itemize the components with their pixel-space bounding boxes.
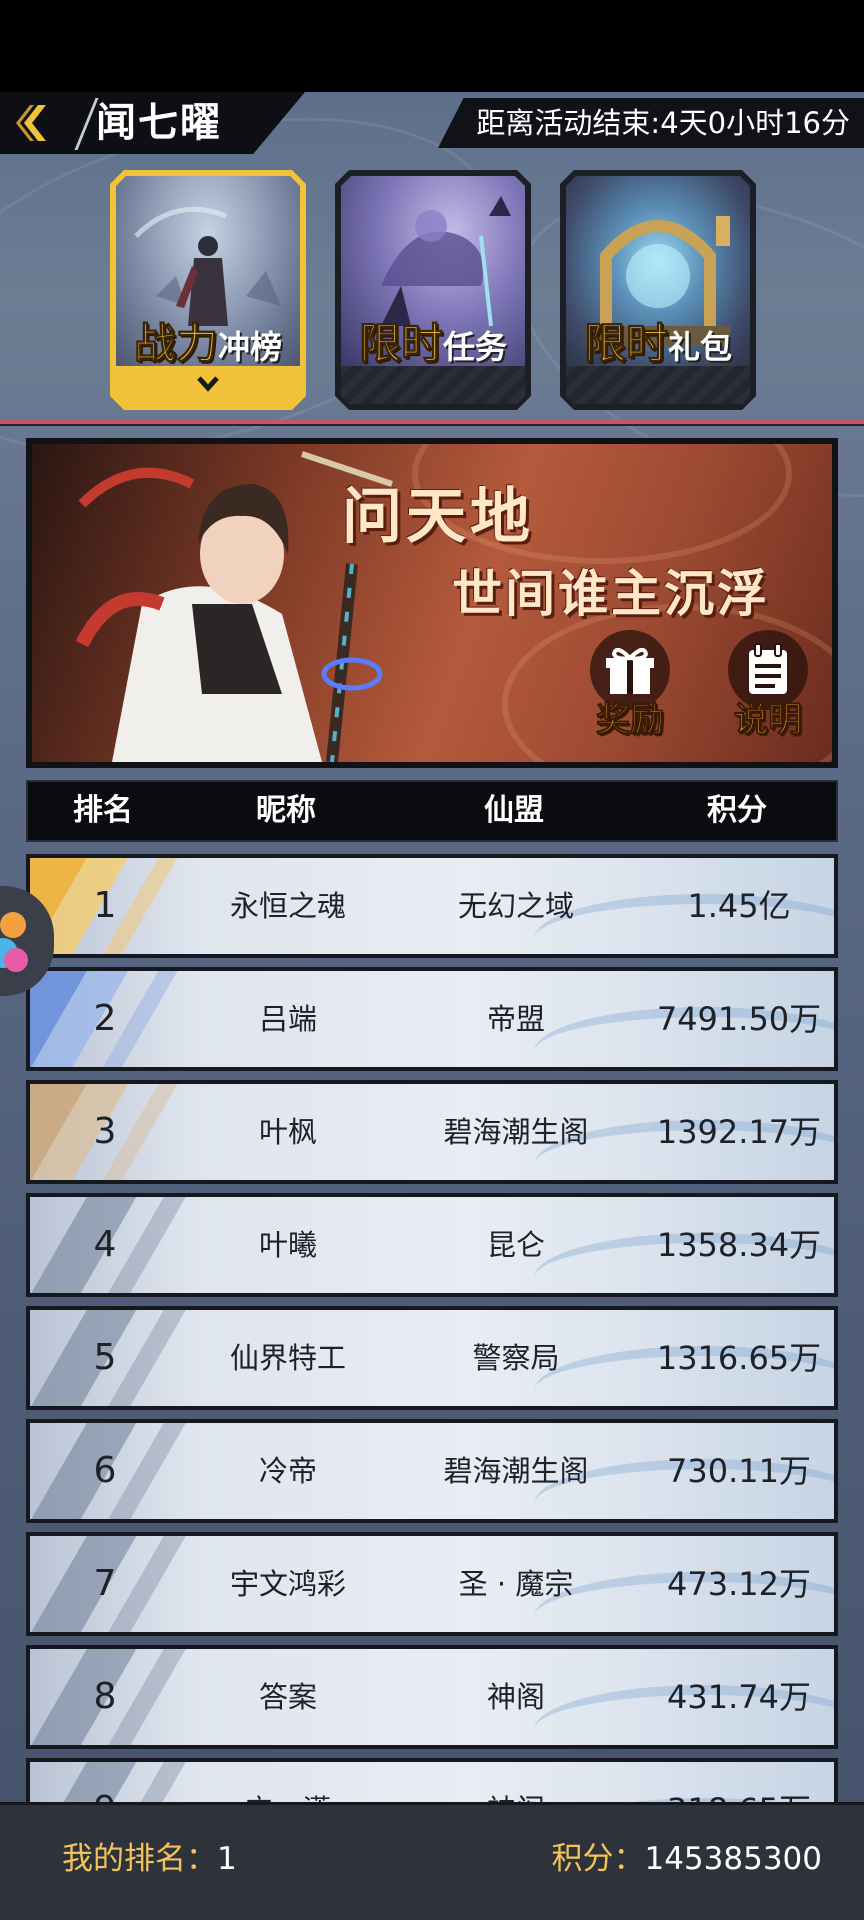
score-cell: 1392.17万 [656, 1113, 822, 1151]
table-row[interactable]: 5 仙界特工 警察局 1316.65万 [26, 1306, 838, 1410]
chevron-down-icon [197, 376, 219, 392]
my-rank: 我的排名：1 [62, 1829, 237, 1889]
tab-label: 战力冲榜 [133, 319, 283, 369]
tab-footer [566, 366, 750, 404]
nickname-cell: 宁一潇 [180, 1762, 396, 1804]
event-countdown: 距离活动结束:4天0小时16分 [476, 106, 850, 140]
tab-power-ranking[interactable]: 战力冲榜 [110, 170, 306, 410]
my-score: 积分：145385300 [551, 1829, 822, 1889]
nickname-cell: 永恒之魂 [229, 889, 346, 923]
tab-footer [116, 366, 300, 404]
nickname-cell: 叶枫 [258, 1115, 317, 1149]
guild-cell: 昆仑 [486, 1228, 545, 1262]
section-divider-shadow [0, 424, 864, 426]
rank-cell: 2 [93, 998, 117, 1039]
score-cell: 431.74万 [667, 1678, 811, 1716]
my-score-value: 145385300 [644, 1841, 822, 1877]
rank-cell: 9 [30, 1762, 180, 1804]
table-row[interactable]: 6 冷帝 碧海潮生阁 730.11万 [26, 1419, 838, 1523]
rank-cell: 4 [93, 1224, 117, 1265]
info-label: 说明 [734, 700, 803, 741]
page-title: 闻七曜 [96, 100, 222, 146]
score-cell: 1316.65万 [656, 1339, 822, 1377]
table-row[interactable]: 1 永恒之魂 无幻之域 1.45亿 [26, 854, 838, 958]
guild-cell: 圣 · 魔宗 [458, 1567, 574, 1601]
rank-cell: 5 [93, 1337, 117, 1378]
table-row[interactable]: 7 宇文鸿彩 圣 · 魔宗 473.12万 [26, 1532, 838, 1636]
status-bar-area [0, 0, 864, 92]
event-banner: 问天地 世间谁主沉浮 奖励 说明 [26, 438, 838, 768]
my-score-label: 积分： [551, 1841, 645, 1877]
nickname-cell: 冷帝 [258, 1454, 317, 1488]
nickname-cell: 叶曦 [258, 1228, 317, 1262]
nickname-cell: 吕端 [258, 1002, 317, 1036]
banner-slogan-line2: 世间谁主沉浮 [452, 564, 770, 623]
rank-cell: 7 [93, 1563, 117, 1604]
banner-slogan-line1: 问天地 [342, 482, 534, 552]
header-rank: 排名 [73, 793, 133, 828]
score-cell: 730.11万 [667, 1452, 811, 1490]
score-cell: 318.65万 [636, 1762, 834, 1804]
b1 [0, 912, 26, 938]
activity-tabs: 战力冲榜 限时任务 限时礼包 [0, 170, 864, 410]
score-cell: 473.12万 [667, 1565, 811, 1603]
nickname-cell: 宇文鸿彩 [229, 1567, 346, 1601]
guild-cell: 帝盟 [486, 1002, 545, 1036]
table-row[interactable]: 8 答案 神阁 431.74万 [26, 1645, 838, 1749]
my-ranking-footer: 我的排名：1 积分：145385300 [0, 1802, 864, 1920]
ranking-list[interactable]: 1 永恒之魂 无幻之域 1.45亿 2 吕端 帝盟 7491.50万 3 叶枫 … [26, 854, 838, 1804]
table-row[interactable]: 4 叶曦 昆仑 1358.34万 [26, 1193, 838, 1297]
rank-cell: 6 [93, 1450, 117, 1491]
tab-label: 限时礼包 [583, 319, 733, 369]
rewards-button[interactable]: 奖励 [582, 630, 678, 750]
tab-label: 限时任务 [358, 319, 508, 369]
gift-icon [606, 647, 654, 694]
ranking-table-header: 排名 昵称 仙盟 积分 [26, 780, 838, 842]
tab-limited-tasks[interactable]: 限时任务 [335, 170, 531, 410]
score-cell: 1358.34万 [656, 1226, 822, 1264]
rank-cell: 8 [93, 1676, 117, 1717]
nickname-cell: 仙界特工 [229, 1341, 346, 1375]
rank-cell: 3 [93, 1111, 117, 1152]
table-row[interactable]: 9 宁一潇 神阁 318.65万 [26, 1758, 838, 1804]
score-cell: 7491.50万 [656, 1000, 822, 1038]
header-nickname: 昵称 [256, 793, 316, 828]
my-rank-value: 1 [217, 1841, 237, 1877]
banner-art: 问天地 世间谁主沉浮 奖励 说明 [32, 444, 832, 762]
info-button[interactable]: 说明 [720, 630, 816, 750]
header-guild: 仙盟 [484, 793, 544, 828]
my-rank-label: 我的排名： [62, 1841, 217, 1877]
table-row[interactable]: 3 叶枫 碧海潮生阁 1392.17万 [26, 1080, 838, 1184]
guild-cell: 碧海潮生阁 [443, 1454, 589, 1488]
rewards-label: 奖励 [596, 700, 665, 741]
guild-cell: 神阁 [486, 1680, 545, 1714]
guild-cell: 碧海潮生阁 [443, 1115, 589, 1149]
b3 [4, 948, 28, 972]
tab-limited-packs[interactable]: 限时礼包 [560, 170, 756, 410]
tab-footer [341, 366, 525, 404]
chevron-left-icon [16, 105, 46, 141]
nickname-cell: 答案 [258, 1680, 317, 1714]
score-cell: 1.45亿 [687, 887, 791, 925]
header-bar: 闻七曜 距离活动结束:4天0小时16分 [0, 92, 864, 154]
back-button[interactable] [12, 100, 56, 146]
guild-cell: 警察局 [472, 1341, 560, 1375]
table-row[interactable]: 2 吕端 帝盟 7491.50万 [26, 967, 838, 1071]
guild-cell: 无幻之域 [457, 889, 574, 923]
guild-cell: 神阁 [396, 1762, 636, 1804]
header-score: 积分 [707, 793, 767, 828]
notepad-icon [749, 643, 787, 694]
